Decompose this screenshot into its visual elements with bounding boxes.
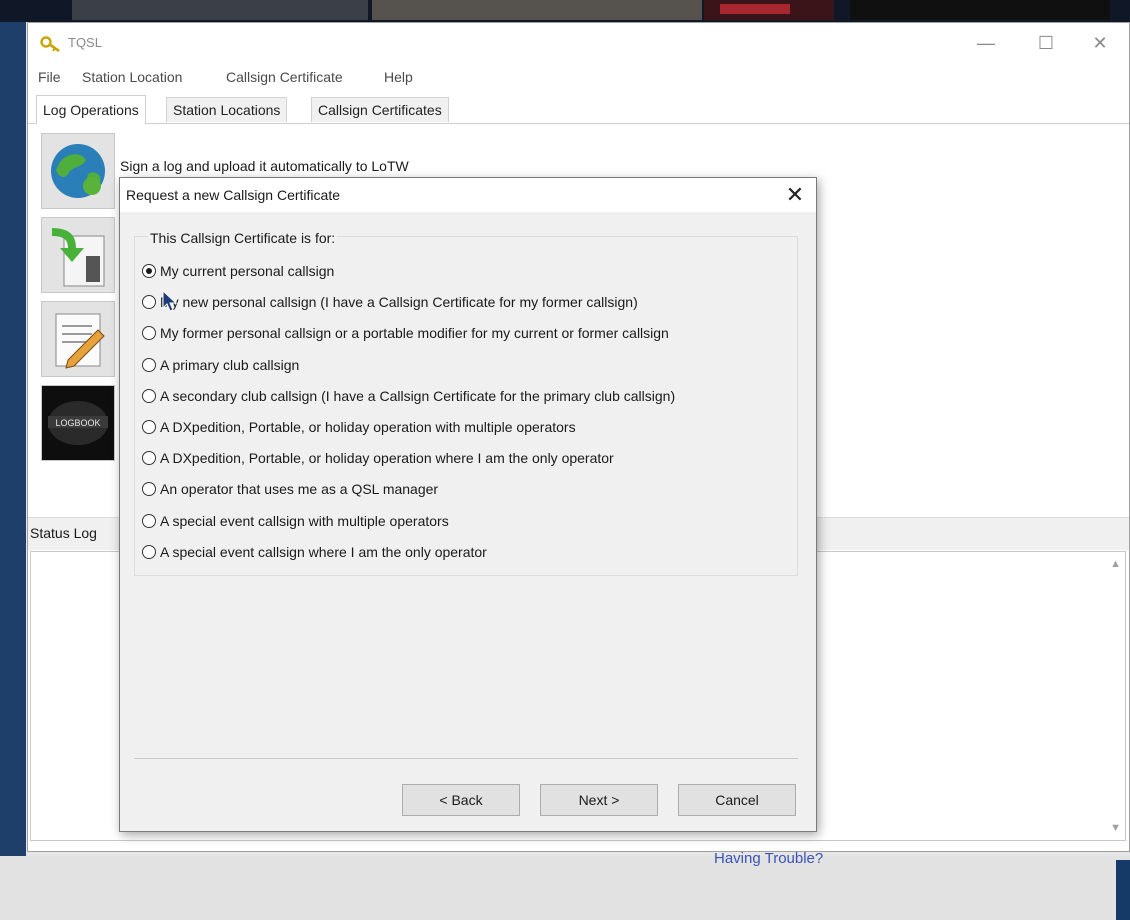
dialog-close-button[interactable]: ✕ bbox=[780, 181, 810, 209]
option-label: A special event callsign where I am the … bbox=[160, 543, 487, 560]
menu-station-location[interactable]: Station Location bbox=[82, 69, 182, 85]
certificate-type-option[interactable]: A DXpedition, Portable, or holiday opera… bbox=[142, 416, 576, 438]
dialog-title: Request a new Callsign Certificate bbox=[126, 187, 340, 203]
option-label: A special event callsign with multiple o… bbox=[160, 512, 449, 529]
back-button[interactable]: < Back bbox=[402, 784, 520, 816]
certificate-type-option[interactable]: My former personal callsign or a portabl… bbox=[142, 322, 669, 344]
window-title: TQSL bbox=[68, 35, 102, 50]
edit-log-button[interactable] bbox=[41, 301, 115, 377]
tab-callsign-certificates[interactable]: Callsign Certificates bbox=[311, 97, 449, 122]
radio-button[interactable] bbox=[142, 295, 156, 310]
certificate-type-option[interactable]: A secondary club callsign (I have a Call… bbox=[142, 385, 675, 407]
certificate-type-option[interactable]: My new personal callsign (I have a Calls… bbox=[142, 291, 638, 313]
radio-button[interactable] bbox=[142, 264, 156, 278]
tab-bar: Log Operations Station Locations Callsig… bbox=[28, 95, 1129, 124]
scroll-up-icon[interactable]: ▲ bbox=[1110, 558, 1121, 570]
notepad-pencil-icon bbox=[55, 313, 105, 369]
maximize-button[interactable]: ☐ bbox=[1026, 29, 1066, 57]
tab-log-operations[interactable]: Log Operations bbox=[36, 95, 146, 124]
certificate-type-option[interactable]: A DXpedition, Portable, or holiday opera… bbox=[142, 447, 614, 469]
option-label: An operator that uses me as a QSL manage… bbox=[160, 481, 439, 498]
logbook-button[interactable]: LOGBOOK bbox=[41, 385, 115, 461]
certificate-type-option[interactable]: A special event callsign where I am the … bbox=[142, 541, 487, 563]
radio-button[interactable] bbox=[142, 388, 156, 403]
menu-file[interactable]: File bbox=[38, 69, 61, 85]
close-window-button[interactable]: ✕ bbox=[1080, 29, 1120, 57]
option-label: A DXpedition, Portable, or holiday opera… bbox=[160, 450, 614, 467]
certificate-type-option[interactable]: My current personal callsign bbox=[142, 260, 334, 282]
save-log-button[interactable] bbox=[41, 217, 115, 293]
option-label: A secondary club callsign (I have a Call… bbox=[160, 387, 676, 404]
key-icon bbox=[40, 36, 60, 53]
minimize-button[interactable]: — bbox=[966, 29, 1006, 57]
group-label: This Callsign Certificate is for: bbox=[148, 230, 338, 246]
radio-button[interactable] bbox=[142, 544, 156, 559]
svg-text:LOGBOOK: LOGBOOK bbox=[55, 418, 100, 428]
option-label: My current personal callsign bbox=[160, 263, 335, 279]
menu-help[interactable]: Help bbox=[384, 69, 413, 85]
background-windows bbox=[0, 0, 1130, 22]
radio-button[interactable] bbox=[142, 420, 156, 434]
certificate-type-option[interactable]: A special event callsign with multiple o… bbox=[142, 510, 449, 532]
dialog-title-bar: Request a new Callsign Certificate ✕ bbox=[120, 178, 816, 212]
title-bar: TQSL — ☐ ✕ bbox=[28, 23, 1129, 63]
mouse-cursor-icon bbox=[162, 290, 178, 312]
sign-upload-label: Sign a log and upload it automatically t… bbox=[120, 158, 409, 174]
certificate-type-option[interactable]: A primary club callsign bbox=[142, 354, 299, 376]
tab-station-locations[interactable]: Station Locations bbox=[166, 97, 288, 122]
radio-button[interactable] bbox=[142, 326, 156, 341]
status-log-label: Status Log bbox=[30, 525, 97, 541]
sign-upload-button[interactable] bbox=[41, 133, 115, 209]
certificate-type-option[interactable]: An operator that uses me as a QSL manage… bbox=[142, 478, 438, 500]
having-trouble-link[interactable]: Having Trouble? bbox=[714, 850, 823, 867]
option-label: A primary club callsign bbox=[160, 356, 300, 373]
dialog-separator bbox=[134, 758, 798, 759]
scroll-down-icon[interactable]: ▼ bbox=[1110, 822, 1121, 834]
menu-callsign-certificate[interactable]: Callsign Certificate bbox=[226, 69, 343, 85]
radio-button[interactable] bbox=[142, 451, 156, 466]
next-button[interactable]: Next > bbox=[540, 784, 658, 816]
option-label: A DXpedition, Portable, or holiday opera… bbox=[160, 419, 576, 435]
globe-icon bbox=[51, 144, 105, 198]
option-label: My new personal callsign (I have a Calls… bbox=[160, 294, 638, 311]
radio-button[interactable] bbox=[142, 513, 156, 528]
desktop-edge bbox=[0, 22, 26, 882]
radio-button[interactable] bbox=[142, 482, 156, 497]
logbook-logo-icon: LOGBOOK bbox=[42, 386, 114, 460]
radio-button[interactable] bbox=[142, 357, 156, 372]
desktop-edge-right bbox=[1116, 860, 1130, 920]
option-label: My former personal callsign or a portabl… bbox=[160, 325, 669, 342]
underlying-window bbox=[0, 856, 1130, 920]
cancel-button[interactable]: Cancel bbox=[678, 784, 796, 816]
request-certificate-dialog: Request a new Callsign Certificate ✕ Thi… bbox=[119, 177, 817, 832]
menu-bar: File Station Location Callsign Certifica… bbox=[28, 63, 1129, 89]
download-icon bbox=[52, 228, 105, 287]
